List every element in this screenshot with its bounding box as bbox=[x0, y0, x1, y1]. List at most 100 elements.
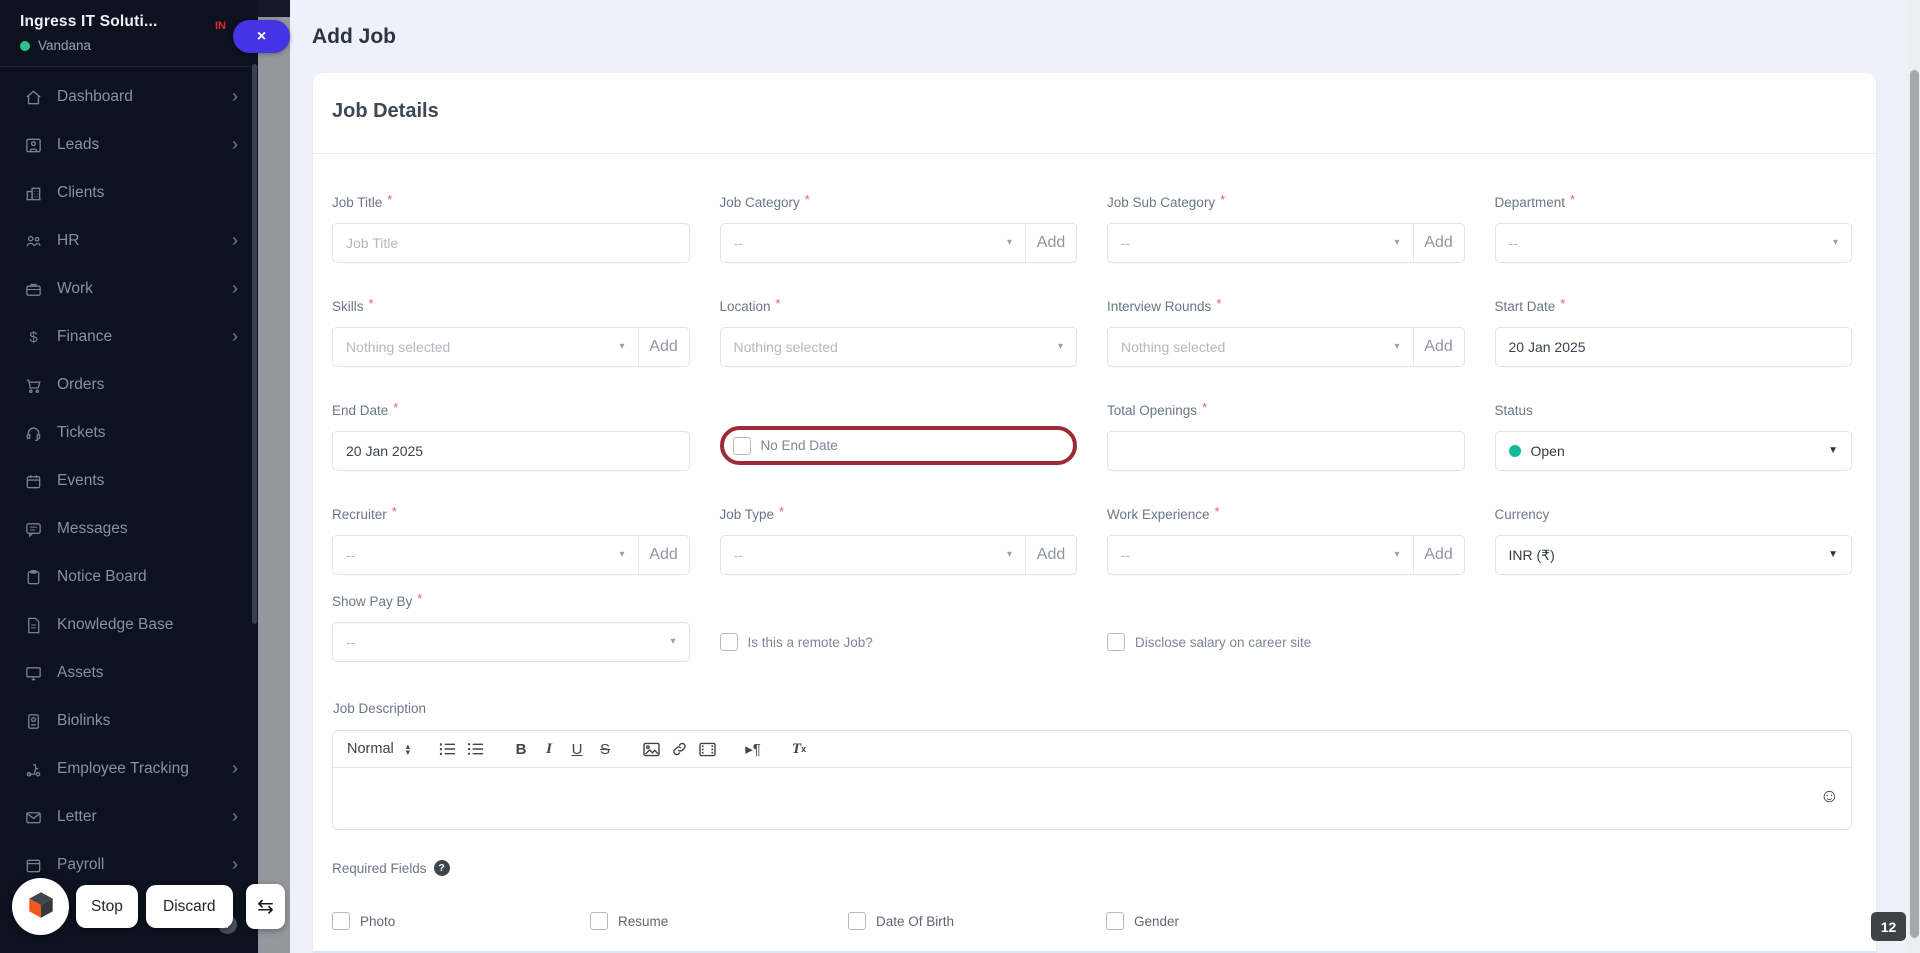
job-sub-category-select[interactable]: -- ▾ bbox=[1108, 224, 1414, 262]
recruiter-add-button[interactable]: Add bbox=[638, 536, 689, 574]
job-category-add-button[interactable]: Add bbox=[1026, 224, 1076, 262]
field-department: Department * -- ▾ bbox=[1494, 192, 1852, 263]
sidebar-item-finance[interactable]: $ Finance › bbox=[0, 313, 258, 361]
sidebar-item-label: Biolinks bbox=[57, 712, 111, 729]
card-title: Job Details bbox=[332, 100, 439, 122]
sidebar-item-notice-board[interactable]: Notice Board bbox=[0, 553, 258, 601]
department-select[interactable]: -- ▾ bbox=[1494, 223, 1852, 263]
resume-checkbox[interactable] bbox=[590, 912, 608, 930]
sidebar-item-tickets[interactable]: Tickets bbox=[0, 409, 258, 457]
ordered-list-icon[interactable] bbox=[436, 737, 458, 761]
job-category-select[interactable]: -- ▾ bbox=[720, 224, 1026, 262]
no-end-date-highlight: No End Date bbox=[719, 426, 1077, 465]
checkbox-label: Resume bbox=[618, 913, 669, 929]
skills-select[interactable]: Nothing selected ▾ bbox=[333, 328, 639, 366]
required-asterisk: * bbox=[775, 296, 781, 311]
sidebar-item-assets[interactable]: Assets bbox=[0, 649, 258, 697]
location-select[interactable]: Nothing selected ▾ bbox=[719, 327, 1077, 367]
format-stepper-icon[interactable]: ▴ ▾ bbox=[406, 742, 410, 756]
no-end-date-checkbox[interactable] bbox=[732, 436, 751, 455]
total-openings-input[interactable] bbox=[1107, 431, 1465, 471]
stop-button[interactable]: Stop bbox=[76, 885, 138, 928]
show-pay-by-select[interactable]: -- ▾ bbox=[332, 622, 690, 662]
bold-button[interactable]: B bbox=[510, 737, 532, 761]
people-icon bbox=[24, 232, 43, 251]
checkbox-label: Photo bbox=[360, 913, 396, 929]
main-content: Add Job Job Details Job Title * Job Categ… bbox=[290, 0, 1908, 953]
required-asterisk: * bbox=[393, 400, 399, 415]
page-scrollbar[interactable] bbox=[1908, 0, 1920, 953]
app-window: Ingress IT Soluti... IN Vandana Dashboar… bbox=[0, 0, 1920, 953]
chat-icon bbox=[24, 520, 43, 539]
job-sub-category-add-button[interactable]: Add bbox=[1413, 224, 1464, 262]
interview-rounds-add-button[interactable]: Add bbox=[1413, 328, 1464, 366]
status-select[interactable]: Open ▼ bbox=[1494, 431, 1852, 471]
job-type-add-button[interactable]: Add bbox=[1026, 536, 1076, 574]
field-status: Status Open ▼ bbox=[1494, 403, 1852, 471]
sidebar-item-work[interactable]: Work › bbox=[0, 265, 258, 313]
recorder-logo-button[interactable] bbox=[12, 878, 69, 935]
close-button[interactable]: × bbox=[233, 20, 290, 53]
help-icon[interactable]: ? bbox=[433, 860, 450, 876]
sidebar-item-orders[interactable]: Orders bbox=[0, 361, 258, 409]
insert-image-icon[interactable] bbox=[640, 737, 662, 761]
discard-button[interactable]: Discard bbox=[146, 885, 233, 928]
end-date-input[interactable] bbox=[332, 431, 690, 471]
sidebar-item-clients[interactable]: Clients bbox=[0, 169, 258, 217]
date-of-birth-checkbox[interactable] bbox=[848, 912, 866, 930]
interview-rounds-select[interactable]: Nothing selected ▾ bbox=[1108, 328, 1414, 366]
clear-formatting-icon[interactable]: Tx bbox=[788, 737, 810, 761]
field-work-experience: Work Experience * -- ▾ Add bbox=[1107, 504, 1465, 575]
photo-checkbox[interactable] bbox=[332, 912, 350, 930]
currency-select[interactable]: INR (₹) ▼ bbox=[1494, 535, 1852, 575]
start-date-input[interactable] bbox=[1494, 327, 1852, 367]
no-end-date-option: No End Date bbox=[732, 436, 838, 455]
work-experience-add-button[interactable]: Add bbox=[1413, 536, 1464, 574]
sidebar-item-hr[interactable]: HR › bbox=[0, 217, 258, 265]
form-row-5: Show Pay By * -- ▾ Is this a remote Job? D… bbox=[332, 591, 1853, 662]
sidebar-item-events[interactable]: Events bbox=[0, 457, 258, 505]
skills-add-button[interactable]: Add bbox=[638, 328, 689, 366]
company-name: Ingress IT Soluti... bbox=[20, 13, 158, 30]
form-row-4: Recruiter * --▾ Add Job Type * --▾ Add bbox=[332, 504, 1852, 575]
recruiter-select[interactable]: -- ▾ bbox=[333, 536, 639, 574]
remote-job-option: Is this a remote Job? bbox=[719, 633, 873, 651]
caret-down-icon: ▾ bbox=[1006, 549, 1012, 560]
empty-cell bbox=[1495, 594, 1853, 662]
required-asterisk: * bbox=[804, 192, 810, 207]
insert-video-icon[interactable] bbox=[696, 737, 718, 761]
sidebar-item-messages[interactable]: Messages bbox=[0, 505, 258, 553]
job-title-input[interactable] bbox=[332, 223, 690, 263]
strikethrough-button[interactable]: S bbox=[594, 737, 616, 761]
job-description-editor[interactable]: Normal ▴ ▾ B I U S ▸¶ Tx ☺ bbox=[332, 730, 1852, 830]
text-direction-icon[interactable]: ▸¶ bbox=[742, 737, 764, 761]
sidebar-item-employee-tracking[interactable]: Employee Tracking › bbox=[0, 745, 258, 793]
close-icon: × bbox=[256, 27, 267, 45]
disclose-salary-option: Disclose salary on career site bbox=[1107, 633, 1311, 651]
sidebar-item-knowledge-base[interactable]: Knowledge Base bbox=[0, 601, 258, 649]
remote-job-checkbox[interactable] bbox=[719, 633, 738, 651]
sidebar-item-leads[interactable]: Leads › bbox=[0, 121, 258, 169]
underline-button[interactable]: U bbox=[566, 737, 588, 761]
insert-link-icon[interactable] bbox=[668, 737, 690, 761]
swap-arrows-button[interactable]: ⇆ bbox=[246, 884, 285, 929]
sidebar-item-label: Tickets bbox=[57, 424, 106, 441]
emoji-icon[interactable]: ☺ bbox=[1820, 787, 1839, 806]
checkbox-label: No End Date bbox=[760, 438, 838, 453]
tab-count-badge: 12 bbox=[1871, 912, 1906, 941]
format-select[interactable]: Normal bbox=[347, 741, 394, 757]
caret-down-icon: ▾ bbox=[670, 636, 676, 647]
italic-button[interactable]: I bbox=[538, 737, 560, 761]
disclose-salary-checkbox[interactable] bbox=[1107, 633, 1125, 651]
job-type-select[interactable]: -- ▾ bbox=[720, 536, 1026, 574]
gender-checkbox[interactable] bbox=[1106, 912, 1124, 930]
work-experience-select[interactable]: -- ▾ bbox=[1108, 536, 1414, 574]
sidebar-item-biolinks[interactable]: Biolinks bbox=[0, 697, 258, 745]
required-fields-header: Required Fields ? bbox=[332, 860, 1852, 876]
sidebar-item-dashboard[interactable]: Dashboard › bbox=[0, 73, 258, 121]
sidebar-item-letter[interactable]: Letter › bbox=[0, 793, 258, 841]
bullet-list-icon[interactable] bbox=[464, 737, 486, 761]
sidebar-scrollbar-thumb[interactable] bbox=[252, 64, 257, 624]
required-asterisk: * bbox=[368, 296, 374, 311]
page-scrollbar-thumb[interactable] bbox=[1909, 70, 1919, 938]
